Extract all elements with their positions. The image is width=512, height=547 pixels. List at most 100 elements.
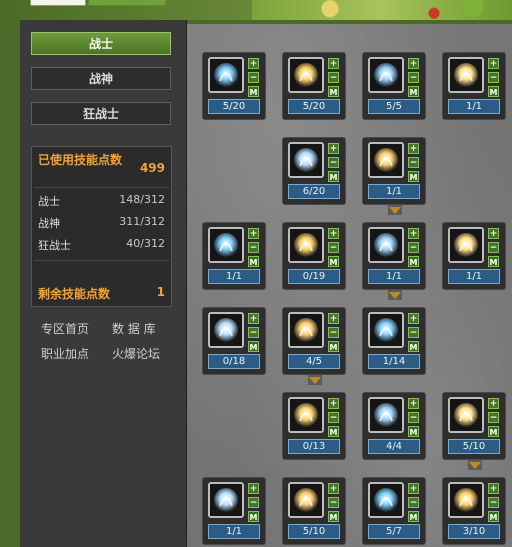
figure-icon[interactable] <box>368 397 404 433</box>
shell-icon[interactable] <box>288 482 324 518</box>
skill-plus-button[interactable]: + <box>248 313 259 324</box>
skill-slot[interactable]: + − M 4/5 <box>282 307 346 375</box>
skill-minus-button[interactable]: − <box>488 72 499 83</box>
skill-minus-button[interactable]: − <box>328 327 339 338</box>
skill-minus-button[interactable]: − <box>248 72 259 83</box>
skill-plus-button[interactable]: + <box>488 483 499 494</box>
skill-slot[interactable]: + − M 5/7 <box>362 477 426 545</box>
skill-max-button[interactable]: M <box>488 256 499 267</box>
skill-slot[interactable]: + − M 5/10 <box>442 392 506 460</box>
tab-war-god[interactable]: 战神 <box>31 67 171 90</box>
skill-slot[interactable]: + − M 6/20 <box>282 137 346 205</box>
skill-minus-button[interactable]: − <box>488 497 499 508</box>
link-class-points[interactable]: 职业加点 <box>41 345 89 362</box>
skill-plus-button[interactable]: + <box>328 483 339 494</box>
skill-minus-button[interactable]: − <box>248 497 259 508</box>
skill-max-button[interactable]: M <box>408 341 419 352</box>
wing-icon[interactable] <box>368 142 404 178</box>
skill-slot[interactable]: + − M 1/1 <box>202 477 266 545</box>
skill-minus-button[interactable]: − <box>328 497 339 508</box>
skill-plus-button[interactable]: + <box>408 313 419 324</box>
skill-minus-button[interactable]: − <box>488 412 499 423</box>
skill-minus-button[interactable]: − <box>488 242 499 253</box>
skill-minus-button[interactable]: − <box>408 242 419 253</box>
fountain-icon[interactable] <box>208 312 244 348</box>
muscle-icon[interactable] <box>448 227 484 263</box>
skill-minus-button[interactable]: − <box>248 242 259 253</box>
skill-plus-button[interactable]: + <box>408 228 419 239</box>
skill-max-button[interactable]: M <box>328 341 339 352</box>
blade-icon[interactable] <box>288 57 324 93</box>
skill-plus-button[interactable]: + <box>328 313 339 324</box>
skill-plus-button[interactable]: + <box>408 58 419 69</box>
flame-icon[interactable] <box>448 397 484 433</box>
skill-plus-button[interactable]: + <box>408 143 419 154</box>
skill-plus-button[interactable]: + <box>328 398 339 409</box>
skill-plus-button[interactable]: + <box>248 228 259 239</box>
sword-icon[interactable] <box>288 142 324 178</box>
tab-warrior[interactable]: 战士 <box>31 32 171 55</box>
skill-plus-button[interactable]: + <box>488 58 499 69</box>
skill-plus-button[interactable]: + <box>328 228 339 239</box>
skill-slot[interactable]: + − M 5/5 <box>362 52 426 120</box>
skill-max-button[interactable]: M <box>408 86 419 97</box>
tab-berserker[interactable]: 狂战士 <box>31 102 171 125</box>
skill-max-button[interactable]: M <box>408 171 419 182</box>
skill-minus-button[interactable]: − <box>408 412 419 423</box>
skill-max-button[interactable]: M <box>248 86 259 97</box>
skill-max-button[interactable]: M <box>488 86 499 97</box>
skill-minus-button[interactable]: − <box>328 412 339 423</box>
skill-max-button[interactable]: M <box>408 256 419 267</box>
skill-max-button[interactable]: M <box>408 511 419 522</box>
splash-icon[interactable] <box>368 482 404 518</box>
arm-icon[interactable] <box>448 57 484 93</box>
skill-slot[interactable]: + − M 5/20 <box>282 52 346 120</box>
spiral-icon[interactable] <box>208 57 244 93</box>
skill-slot[interactable]: + − M 5/10 <box>282 477 346 545</box>
skill-slot[interactable]: + − M 0/18 <box>202 307 266 375</box>
orb-icon[interactable] <box>208 482 244 518</box>
skill-slot[interactable]: + − M 1/1 <box>442 222 506 290</box>
skill-plus-button[interactable]: + <box>408 483 419 494</box>
skill-slot[interactable]: + − M 0/19 <box>282 222 346 290</box>
skill-max-button[interactable]: M <box>248 511 259 522</box>
skill-slot[interactable]: + − M 0/13 <box>282 392 346 460</box>
skill-minus-button[interactable]: − <box>408 497 419 508</box>
skill-max-button[interactable]: M <box>488 426 499 437</box>
skill-minus-button[interactable]: − <box>248 327 259 338</box>
skill-max-button[interactable]: M <box>248 341 259 352</box>
search-button[interactable] <box>88 0 166 6</box>
skill-slot[interactable]: + − M 3/10 <box>442 477 506 545</box>
skill-minus-button[interactable]: − <box>408 157 419 168</box>
skill-slot[interactable]: + − M 1/1 <box>202 222 266 290</box>
skill-plus-button[interactable]: + <box>488 398 499 409</box>
skill-max-button[interactable]: M <box>248 256 259 267</box>
skill-plus-button[interactable]: + <box>328 143 339 154</box>
skill-slot[interactable]: + − M 1/1 <box>362 222 426 290</box>
heart-icon[interactable] <box>368 312 404 348</box>
link-zone-home[interactable]: 专区首页 <box>41 320 89 337</box>
skill-minus-button[interactable]: − <box>408 72 419 83</box>
skill-minus-button[interactable]: − <box>328 242 339 253</box>
slash-icon[interactable] <box>288 227 324 263</box>
crown-icon[interactable] <box>448 482 484 518</box>
runner-icon[interactable] <box>288 312 324 348</box>
skill-plus-button[interactable]: + <box>248 483 259 494</box>
skill-minus-button[interactable]: − <box>328 157 339 168</box>
skill-max-button[interactable]: M <box>408 426 419 437</box>
fist-icon[interactable] <box>368 227 404 263</box>
flex-icon[interactable] <box>288 397 324 433</box>
skill-max-button[interactable]: M <box>328 256 339 267</box>
skill-max-button[interactable]: M <box>328 511 339 522</box>
skill-slot[interactable]: + − M 5/20 <box>202 52 266 120</box>
skill-slot[interactable]: + − M 4/4 <box>362 392 426 460</box>
skill-slot[interactable]: + − M 1/14 <box>362 307 426 375</box>
link-database[interactable]: 数 据 库 <box>112 320 156 337</box>
skill-slot[interactable]: + − M 1/1 <box>362 137 426 205</box>
skill-plus-button[interactable]: + <box>328 58 339 69</box>
skill-minus-button[interactable]: − <box>328 72 339 83</box>
link-forum[interactable]: 火爆论坛 <box>112 345 160 362</box>
skill-plus-button[interactable]: + <box>248 58 259 69</box>
totem-icon[interactable] <box>208 227 244 263</box>
search-input[interactable] <box>30 0 86 6</box>
